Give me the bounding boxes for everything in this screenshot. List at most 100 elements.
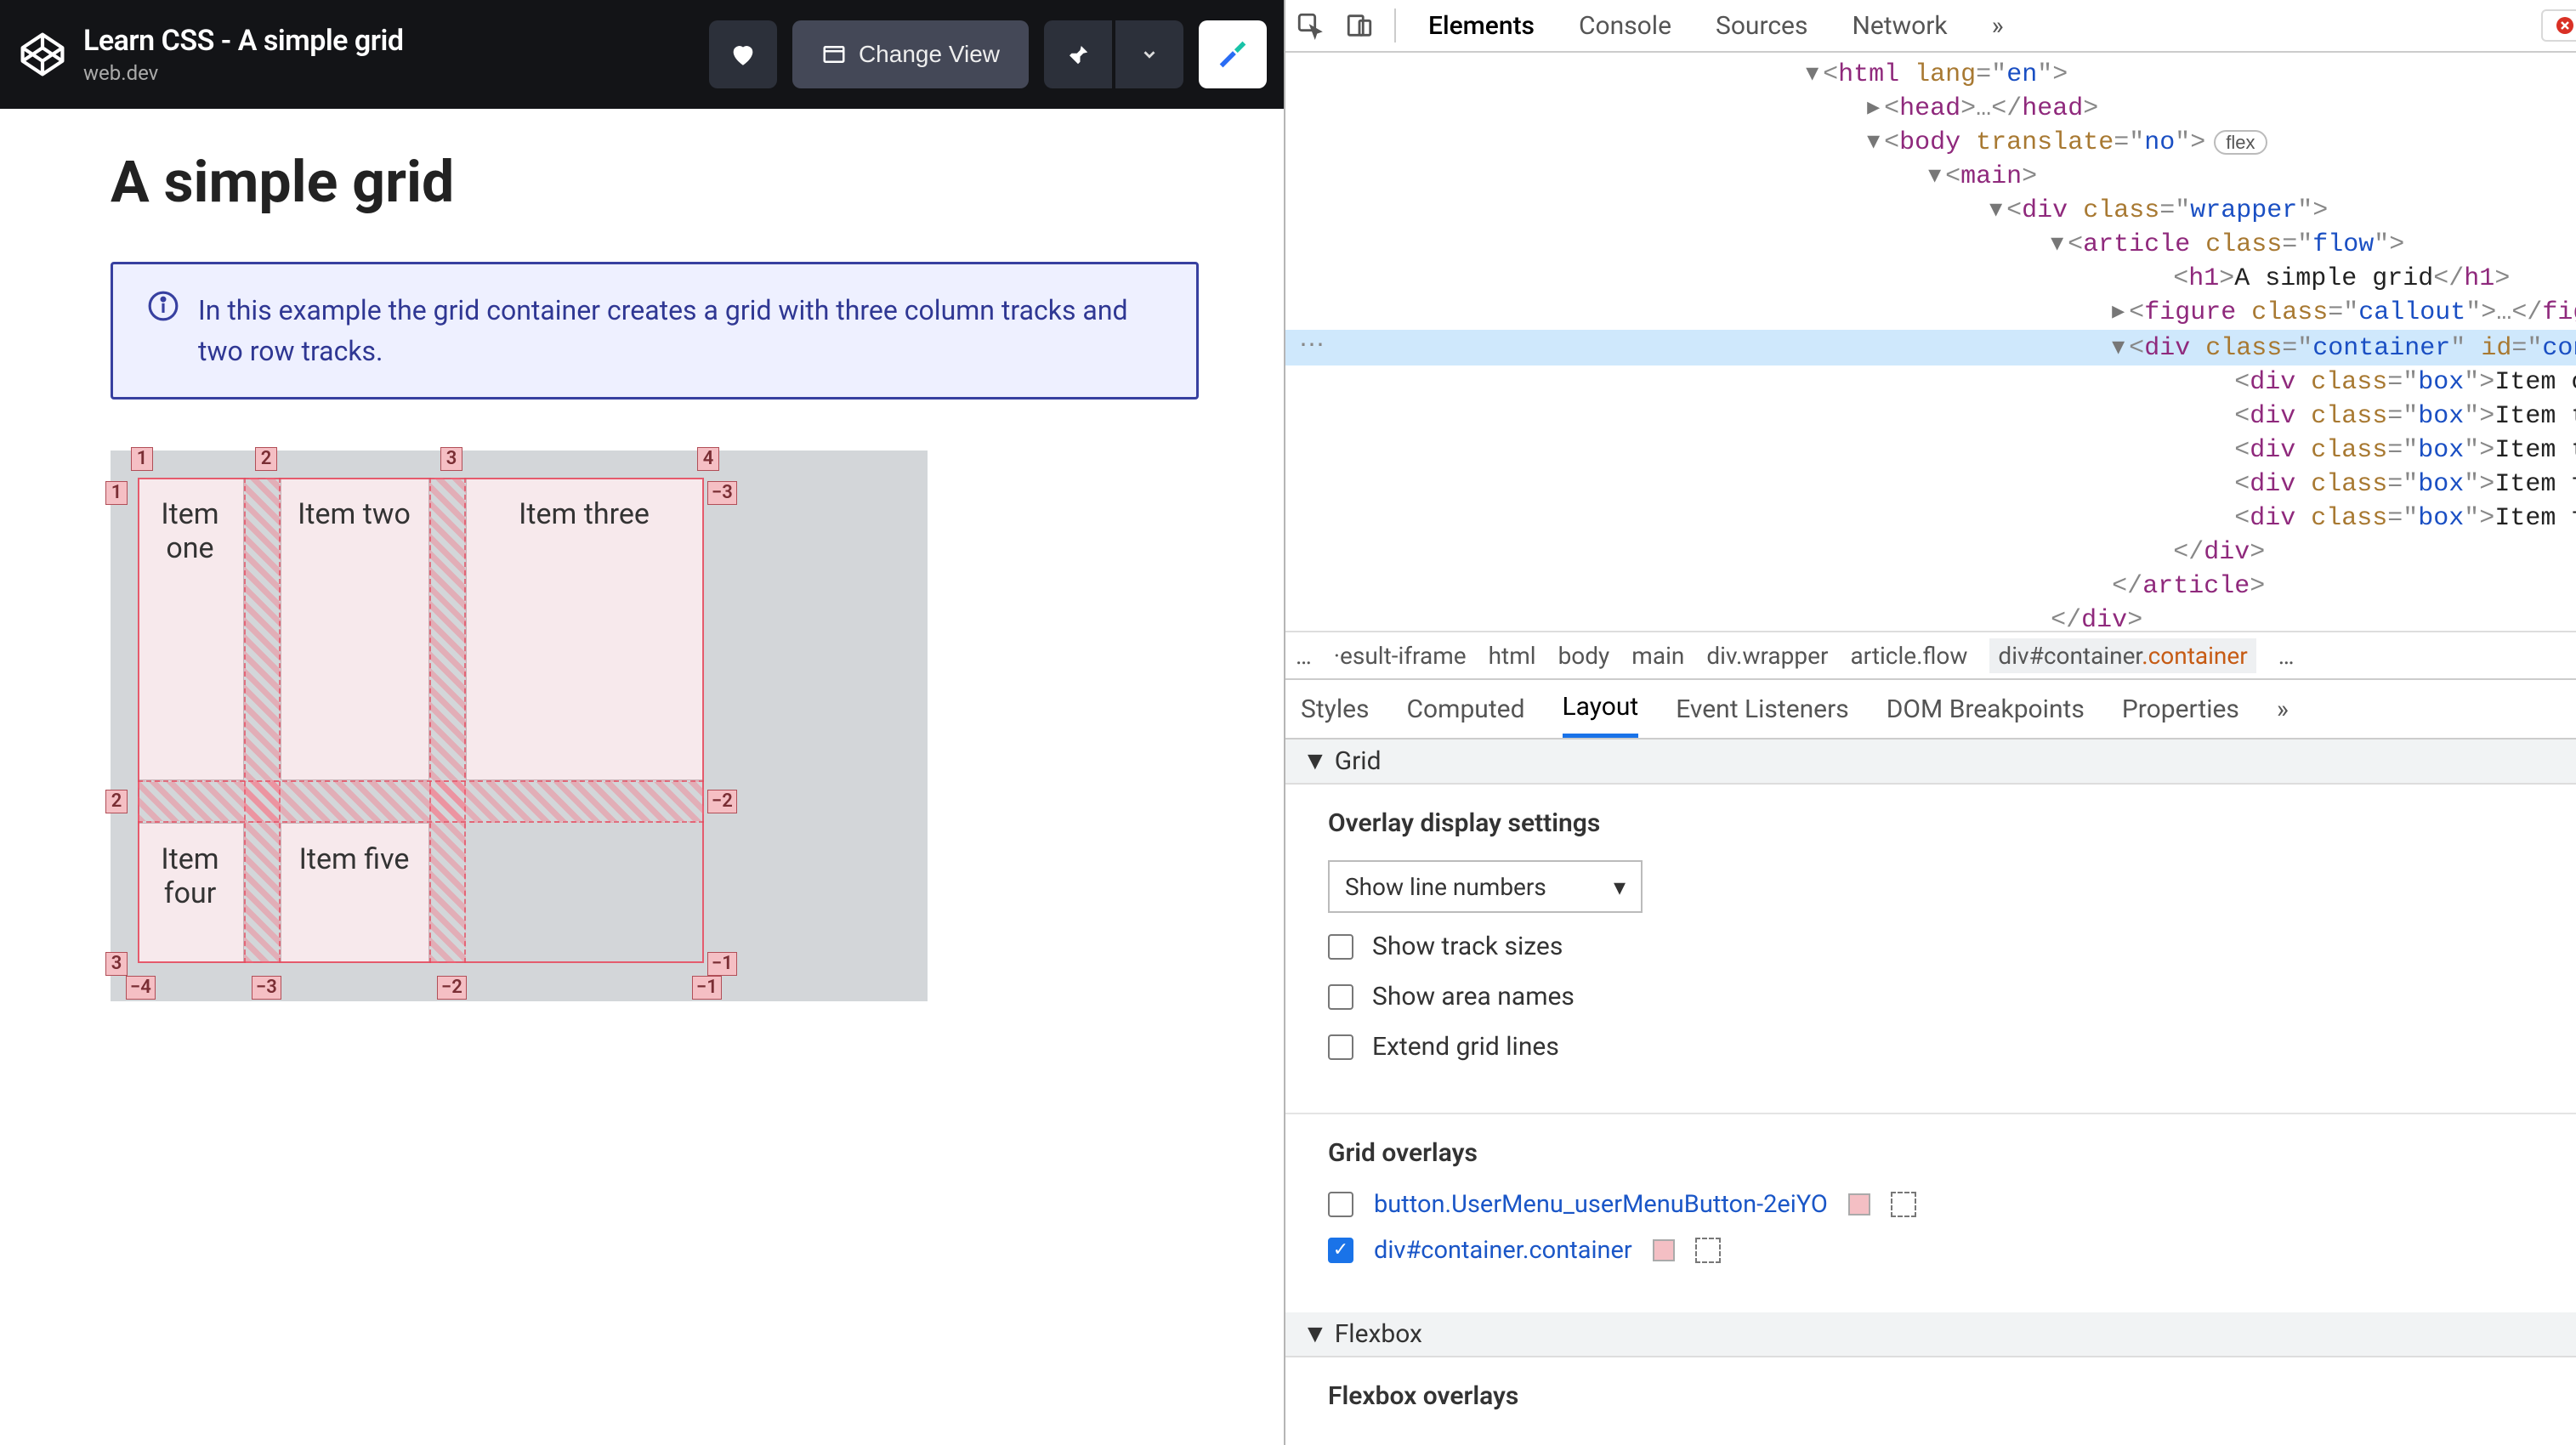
grid-section-header[interactable]: ▼ Grid [1285, 740, 2576, 785]
love-button[interactable] [709, 20, 777, 88]
overlay-selector: button.UserMenu_userMenuButton-2eiYO [1374, 1190, 1828, 1219]
grid-item: Item three [466, 478, 704, 780]
codepen-logo-icon[interactable] [17, 29, 68, 80]
grid-line-number: −3 [252, 976, 281, 1000]
flexbox-overlays-heading: Flexbox overlays [1328, 1381, 2576, 1411]
dom-node[interactable]: <div class="box">Item five</div> [1285, 502, 2576, 536]
page-title: A simple grid [111, 148, 1199, 216]
tab-network[interactable]: Network [1830, 0, 1969, 51]
external-app-button[interactable] [1199, 20, 1267, 88]
subtab-styles[interactable]: Styles [1301, 680, 1370, 738]
pin-dropdown-button[interactable] [1115, 20, 1183, 88]
extend-grid-lines-option[interactable]: Extend grid lines [1328, 1032, 2576, 1062]
styles-subtabs: Styles Computed Layout Event Listeners D… [1285, 680, 2576, 740]
error-count-badge[interactable]: 1 [2541, 9, 2576, 42]
breadcrumbs-ellipsis[interactable]: … [1296, 642, 1312, 670]
info-icon [147, 290, 179, 371]
codepen-toolbar: Change View [709, 20, 1267, 88]
pen-author[interactable]: web.dev [83, 61, 709, 85]
subtabs-overflow-button[interactable]: » [2277, 680, 2289, 738]
grid-col-gap [244, 478, 281, 963]
checkbox-unchecked-icon[interactable] [1328, 934, 1353, 960]
dom-node[interactable]: <div class="box">Item four</div> [1285, 468, 2576, 502]
breadcrumb-current[interactable]: div#container.container [1989, 638, 2255, 673]
dom-node[interactable]: <div class="box">Item three</div> [1285, 434, 2576, 468]
dom-node[interactable]: ▾<article class="flow"> [1285, 228, 2576, 262]
dom-node[interactable]: </div> [1285, 604, 2576, 631]
tab-console[interactable]: Console [1557, 0, 1694, 51]
grid-line-number: −4 [126, 976, 156, 1000]
dom-node[interactable]: ▾<div class="wrapper"> [1285, 194, 2576, 228]
tab-sources[interactable]: Sources [1694, 0, 1830, 51]
overlay-target-icon[interactable] [1891, 1192, 1916, 1217]
dom-node[interactable]: </article> [1285, 570, 2576, 604]
show-area-names-option[interactable]: Show area names [1328, 982, 2576, 1012]
grid-overlays-section: Grid overlays button.UserMenu_userMenuBu… [1285, 1113, 2576, 1312]
checkbox-checked-icon[interactable] [1328, 1238, 1353, 1263]
dom-node[interactable]: <div class="box">Item two</div> [1285, 400, 2576, 434]
tab-elements[interactable]: Elements [1406, 0, 1557, 51]
dom-node[interactable]: ▾<html lang="en"> [1285, 58, 2576, 92]
codepen-pane: Learn CSS - A simple grid web.dev Change… [0, 0, 1284, 1445]
codepen-title-block: Learn CSS - A simple grid web.dev [83, 24, 709, 85]
grid-line-number: 2 [105, 790, 128, 813]
overlay-selector: div#container.container [1374, 1236, 1632, 1265]
change-view-button[interactable]: Change View [792, 20, 1029, 88]
pin-button[interactable] [1044, 20, 1112, 88]
breadcrumb[interactable]: article.flow [1850, 642, 1967, 670]
grid-line-number: 3 [440, 447, 462, 471]
color-swatch-icon[interactable] [1848, 1193, 1870, 1216]
elements-dom-tree[interactable]: ▾<html lang="en"> ▸<head>…</head> ▾<body… [1285, 53, 2576, 631]
dom-node[interactable]: ▸<head>…</head> [1285, 92, 2576, 126]
show-track-sizes-option[interactable]: Show track sizes [1328, 932, 2576, 961]
disclose-triangle-icon: ▼ [1302, 1319, 1328, 1349]
grid-item: Item two [281, 478, 429, 780]
dom-node[interactable]: ▾<body translate="no">flex [1285, 126, 2576, 160]
checkbox-unchecked-icon[interactable] [1328, 984, 1353, 1010]
line-numbers-select[interactable]: Show line numbers ▾ [1328, 860, 1643, 913]
grid-line-number: 1 [105, 481, 128, 505]
option-label: Extend grid lines [1372, 1032, 1559, 1062]
grid-line-number: −2 [707, 790, 737, 813]
devtools-right-controls: 1 [2541, 8, 2576, 43]
breadcrumb[interactable]: html [1489, 642, 1536, 670]
color-swatch-icon[interactable] [1653, 1239, 1675, 1261]
subtab-properties[interactable]: Properties [2122, 680, 2239, 738]
breadcrumb[interactable]: main [1631, 642, 1684, 670]
subtab-layout[interactable]: Layout [1563, 680, 1639, 738]
grid-item: Item four [138, 823, 244, 963]
grid-section-label: Grid [1335, 746, 1382, 776]
device-toggle-icon[interactable] [1342, 8, 1377, 43]
grid-overlay-item[interactable]: button.UserMenu_userMenuButton-2eiYO [1328, 1190, 2576, 1219]
grid-line-number: 2 [255, 447, 277, 471]
tabs-overflow-button[interactable]: » [1970, 0, 2026, 51]
dom-node[interactable]: ▾<main> [1285, 160, 2576, 194]
dom-node[interactable]: </div> [1285, 536, 2576, 570]
flexbox-section-header[interactable]: ▼ Flexbox [1285, 1312, 2576, 1357]
subtab-event-listeners[interactable]: Event Listeners [1676, 680, 1849, 738]
grid-line-number: 1 [131, 447, 153, 471]
checkbox-unchecked-icon[interactable] [1328, 1192, 1353, 1217]
dom-node[interactable]: <div class="box">Item one</div> [1285, 366, 2576, 400]
dom-node[interactable]: ▸<figure class="callout">…</figure> [1285, 296, 2576, 330]
disclose-triangle-icon: ▼ [1302, 746, 1328, 776]
dom-node[interactable]: <h1>A simple grid</h1> [1285, 262, 2576, 296]
grid-line-number: −2 [437, 976, 467, 1000]
callout-box: In this example the grid container creat… [111, 262, 1199, 400]
breadcrumb[interactable]: body [1558, 642, 1610, 670]
grid-overlay-item[interactable]: div#container.container [1328, 1236, 2576, 1265]
inspect-icon[interactable] [1292, 8, 1328, 43]
breadcrumbs-more[interactable]: … [2278, 642, 2295, 670]
breadcrumb[interactable]: ·esult-iframe [1334, 642, 1467, 670]
layout-panel: ▼ Grid Overlay display settings Show lin… [1285, 740, 2576, 1445]
breadcrumb[interactable]: div.wrapper [1706, 642, 1828, 670]
dom-breadcrumbs[interactable]: … ·esult-iframe html body main div.wrapp… [1285, 631, 2576, 680]
subtab-computed[interactable]: Computed [1407, 680, 1525, 738]
overlay-target-icon[interactable] [1695, 1238, 1721, 1263]
checkbox-unchecked-icon[interactable] [1328, 1034, 1353, 1060]
dom-node[interactable]: ▾<div class="container" id="container">g… [1285, 330, 2576, 366]
subtab-dom-breakpoints[interactable]: DOM Breakpoints [1887, 680, 2085, 738]
grid-line-number: 3 [105, 952, 128, 976]
grid-item: Item one [138, 478, 244, 780]
grid-line-number: −1 [692, 976, 722, 1000]
